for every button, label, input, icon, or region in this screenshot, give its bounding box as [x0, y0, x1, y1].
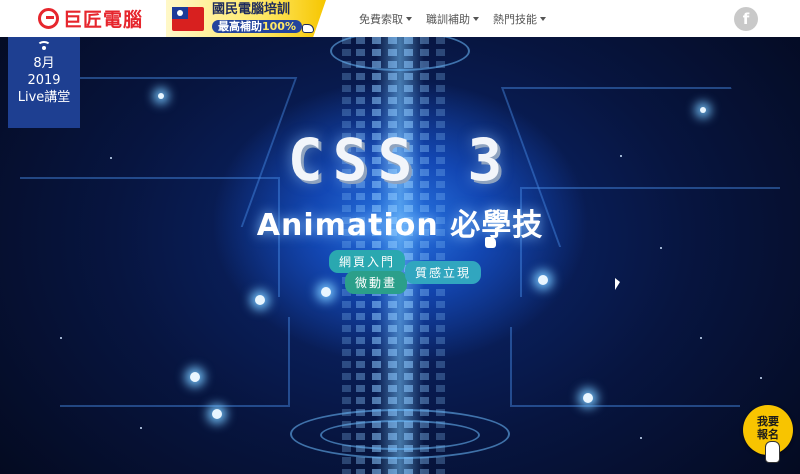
badge-label: Live講堂	[17, 90, 71, 105]
menu-item-free[interactable]: 免費索取	[359, 11, 412, 27]
top-navbar: 巨匠電腦 國民電腦培訓 最高補助100% 免費索取 職訓補助 熱門技能 f	[0, 0, 800, 37]
pixel-column	[436, 37, 445, 474]
pointer-hand-icon	[765, 441, 780, 463]
light-ring	[320, 420, 480, 450]
menu-item-subsidy[interactable]: 職訓補助	[426, 11, 479, 27]
star	[760, 377, 762, 379]
pixel-column	[420, 37, 429, 474]
tag-web-intro: 網頁入門	[329, 250, 406, 273]
glow-dot	[321, 287, 331, 297]
page: 巨匠電腦 國民電腦培訓 最高補助100% 免費索取 職訓補助 熱門技能 f 8月…	[0, 0, 800, 474]
promo-subtitle: 最高補助100%	[212, 19, 302, 34]
hero-subtitle: Animation 必學技	[256, 208, 544, 243]
glow-dot	[700, 107, 706, 113]
hero-title: CSS 3	[287, 126, 513, 194]
star	[700, 337, 702, 339]
badge-year: 2019	[27, 73, 61, 88]
glow-dot	[190, 372, 200, 382]
pointer-hand-icon	[485, 237, 496, 248]
chevron-down-icon	[406, 17, 412, 21]
light-ring	[330, 31, 470, 71]
facebook-icon[interactable]: f	[734, 7, 758, 31]
glow-dot	[538, 275, 548, 285]
star	[140, 427, 142, 429]
menu-item-skills[interactable]: 熱門技能	[493, 11, 546, 27]
mouse-cursor-icon	[615, 278, 620, 290]
flag-icon	[172, 6, 204, 31]
glow-dot	[212, 409, 222, 419]
logo-icon	[38, 8, 59, 29]
wifi-icon	[37, 41, 51, 51]
glow-dot	[158, 93, 164, 99]
promo-banner[interactable]: 國民電腦培訓 最高補助100%	[166, 0, 326, 37]
glow-dot	[583, 393, 593, 403]
star	[60, 337, 62, 339]
chevron-down-icon	[473, 17, 479, 21]
logo-text: 巨匠電腦	[63, 9, 144, 31]
circuit-line	[510, 327, 740, 407]
pointer-hand-icon	[302, 24, 314, 33]
glow-dot	[255, 295, 265, 305]
tag-quality: 質感立現	[405, 261, 482, 284]
site-logo[interactable]: 巨匠電腦	[38, 5, 143, 32]
promo-title: 國民電腦培訓	[212, 2, 291, 18]
tag-micro-animation: 微動畫	[345, 271, 408, 294]
main-menu: 免費索取 職訓補助 熱門技能	[359, 11, 560, 27]
badge-month: 8月	[33, 56, 55, 71]
live-date-badge[interactable]: 8月 2019 Live講堂	[8, 37, 80, 128]
star	[660, 247, 662, 249]
star	[640, 437, 642, 439]
chevron-down-icon	[540, 17, 546, 21]
circuit-line	[60, 317, 290, 407]
